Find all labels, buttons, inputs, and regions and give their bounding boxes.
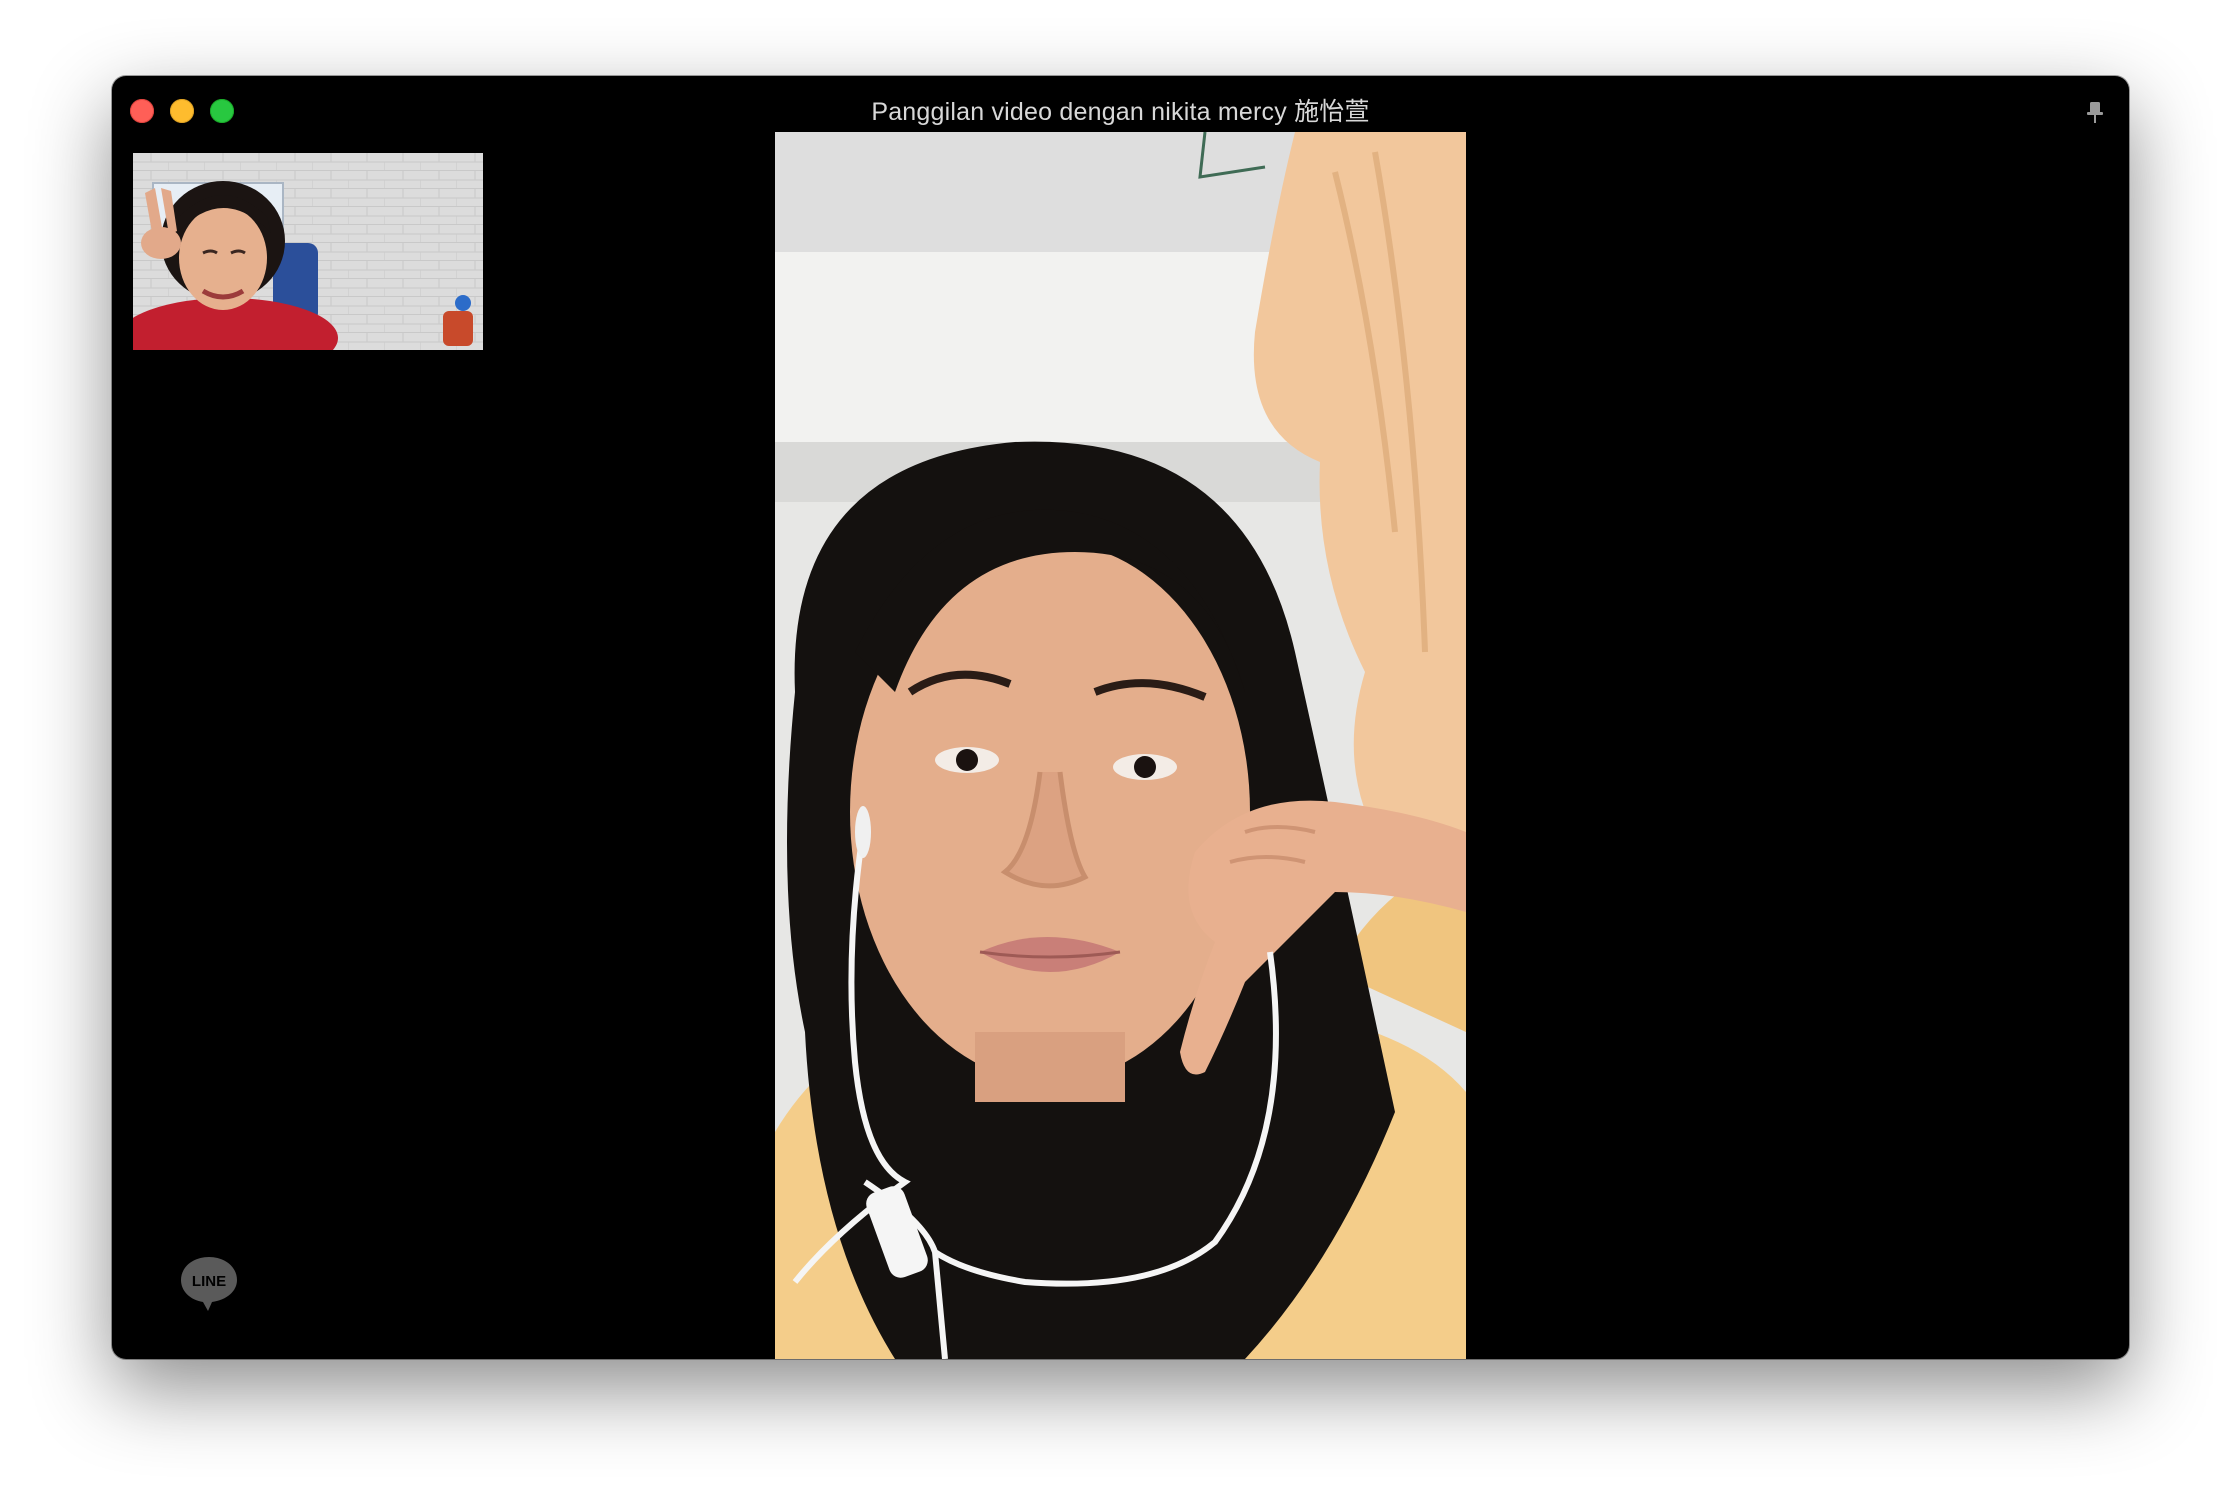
- window-title: Panggilan video dengan nikita mercy 施怡萱: [871, 98, 1370, 126]
- line-logo-text: LINE: [192, 1273, 226, 1290]
- remote-video-feed[interactable]: [775, 132, 1466, 1359]
- video-call-window: Panggilan video dengan nikita mercy 施怡萱: [112, 76, 2129, 1359]
- desktop: Panggilan video dengan nikita mercy 施怡萱: [0, 0, 2240, 1508]
- pin-icon[interactable]: [2081, 98, 2109, 126]
- self-camera-preview[interactable]: [133, 153, 483, 350]
- line-logo-icon: LINE: [178, 1253, 240, 1315]
- title-bar[interactable]: Panggilan video dengan nikita mercy 施怡萱: [112, 76, 2129, 138]
